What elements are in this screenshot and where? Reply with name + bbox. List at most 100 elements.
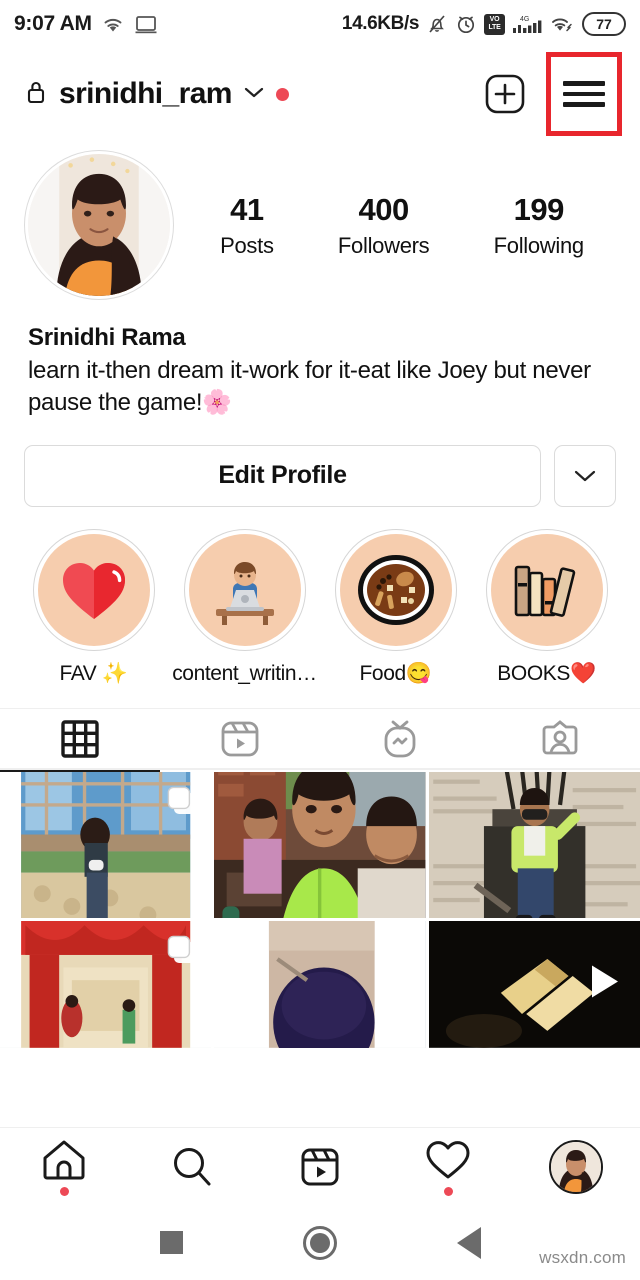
display-name: Srinidhi Rama [28, 324, 186, 351]
following-label: Following [493, 232, 585, 258]
profile-summary: 41 Posts 400 Followers 199 Following [0, 140, 640, 300]
recents-square-icon[interactable] [159, 1231, 183, 1254]
android-system-nav [0, 1205, 640, 1280]
person-laptop-icon [215, 561, 274, 625]
tab-reels[interactable] [160, 709, 320, 770]
heart-icon [426, 1141, 470, 1179]
post-1[interactable] [0, 771, 212, 919]
food-bowl-icon [357, 554, 434, 625]
nav-activity-badge [443, 1187, 453, 1196]
highlight-content-writing[interactable]: content_writin… [169, 528, 320, 686]
post-3[interactable] [428, 771, 640, 919]
chevron-down-icon [574, 470, 596, 481]
tagged-person-icon [542, 720, 578, 755]
reels-icon [301, 1148, 339, 1185]
wifi-link-icon [549, 14, 575, 34]
profile-actions: Edit Profile [0, 419, 640, 507]
stat-following[interactable]: 199 Following [493, 191, 585, 259]
profile-avatar-icon [549, 1139, 603, 1194]
igtv-icon [384, 720, 416, 758]
play-icon [586, 962, 624, 1007]
home-circle-icon[interactable] [302, 1225, 337, 1260]
profile-avatar[interactable] [24, 150, 174, 300]
home-icon [43, 1140, 85, 1180]
status-bar: 9:07 AM 14.6KB/s VO LTE 4G 77 [0, 0, 640, 48]
nav-home-badge [59, 1187, 69, 1196]
cast-screen-icon [134, 14, 158, 34]
status-bar-right: 14.6KB/s VO LTE 4G 77 [342, 12, 626, 36]
signal-4g-icon: 4G [512, 13, 542, 35]
highlight-label: content_writin… [172, 661, 317, 685]
post-4[interactable] [0, 921, 212, 1048]
volte-icon: VO LTE [484, 13, 505, 35]
bottom-navigation [0, 1127, 640, 1205]
highlight-cover [339, 533, 452, 646]
tab-grid[interactable] [0, 709, 160, 772]
app-header: srinidhi_ram [0, 48, 640, 140]
status-bar-left: 9:07 AM [14, 12, 158, 36]
reels-icon [221, 721, 259, 757]
highlight-label: BOOKS❤️ [497, 661, 596, 685]
profile-bio: Srinidhi Rama learn it-then dream it-wor… [0, 300, 640, 419]
nav-reels[interactable] [256, 1144, 384, 1190]
highlight-ring [183, 528, 306, 651]
tab-igtv[interactable] [320, 709, 480, 770]
chevron-down-icon[interactable] [243, 85, 265, 104]
profile-stats: 41 Posts 400 Followers 199 Following [174, 192, 616, 259]
network-speed: 14.6KB/s [341, 13, 419, 34]
lock-icon [24, 78, 48, 111]
battery-level: 77 [596, 16, 612, 32]
profile-tabs [0, 707, 640, 772]
nav-search[interactable] [128, 1144, 256, 1190]
bio-text: learn it-then dream it-work for it-eat l… [28, 357, 591, 416]
post-6[interactable] [428, 921, 640, 1048]
story-highlights: FAV ✨ content_writin… Food😋 BOOKS❤️ [0, 507, 640, 686]
nav-profile[interactable] [512, 1139, 640, 1194]
edit-profile-button[interactable]: Edit Profile [24, 444, 541, 507]
followers-count: 400 [358, 191, 410, 227]
grid-icon [61, 720, 99, 759]
hamburger-bars [563, 75, 605, 113]
watermark: wsxdn.com [539, 1248, 626, 1267]
alarm-icon [455, 13, 477, 35]
highlight-food[interactable]: Food😋 [320, 528, 471, 686]
status-time: 9:07 AM [14, 12, 92, 35]
nav-home[interactable] [0, 1137, 128, 1196]
profile-dropdown-button[interactable] [554, 444, 616, 507]
svg-text:4G: 4G [520, 16, 529, 23]
posts-count: 41 [230, 191, 264, 227]
highlight-ring [32, 528, 155, 651]
battery-icon: 77 [582, 12, 626, 36]
highlight-ring [485, 528, 608, 651]
followers-label: Followers [337, 232, 430, 258]
tab-tagged[interactable] [480, 709, 640, 770]
stat-posts[interactable]: 41 Posts [220, 192, 274, 259]
carousel-icon [165, 933, 199, 967]
header-actions [478, 52, 622, 136]
search-icon [174, 1147, 211, 1185]
highlight-ring [334, 528, 457, 651]
highlight-cover [188, 533, 301, 646]
wifi-icon [101, 14, 125, 34]
highlight-books[interactable]: BOOKS❤️ [471, 528, 622, 686]
username-switcher[interactable]: srinidhi_ram [24, 77, 289, 111]
heart-icon [62, 562, 125, 619]
nav-activity[interactable] [384, 1137, 512, 1196]
add-post-icon[interactable] [478, 67, 532, 121]
highlight-label: Food😋 [359, 661, 432, 685]
highlight-fav[interactable]: FAV ✨ [18, 528, 169, 686]
posts-label: Posts [220, 232, 274, 258]
profile-username: srinidhi_ram [59, 77, 232, 110]
posts-grid [0, 771, 640, 1048]
following-count: 199 [513, 191, 565, 227]
highlight-cover [490, 533, 603, 646]
back-triangle-icon[interactable] [456, 1226, 481, 1259]
bell-muted-icon [426, 13, 448, 35]
post-2[interactable] [214, 771, 426, 919]
avatar-image [28, 154, 170, 296]
stat-followers[interactable]: 400 Followers [337, 191, 430, 259]
hamburger-menu-icon[interactable] [546, 52, 622, 136]
highlight-cover [37, 533, 150, 646]
post-5[interactable] [214, 921, 426, 1048]
books-icon [514, 565, 575, 617]
